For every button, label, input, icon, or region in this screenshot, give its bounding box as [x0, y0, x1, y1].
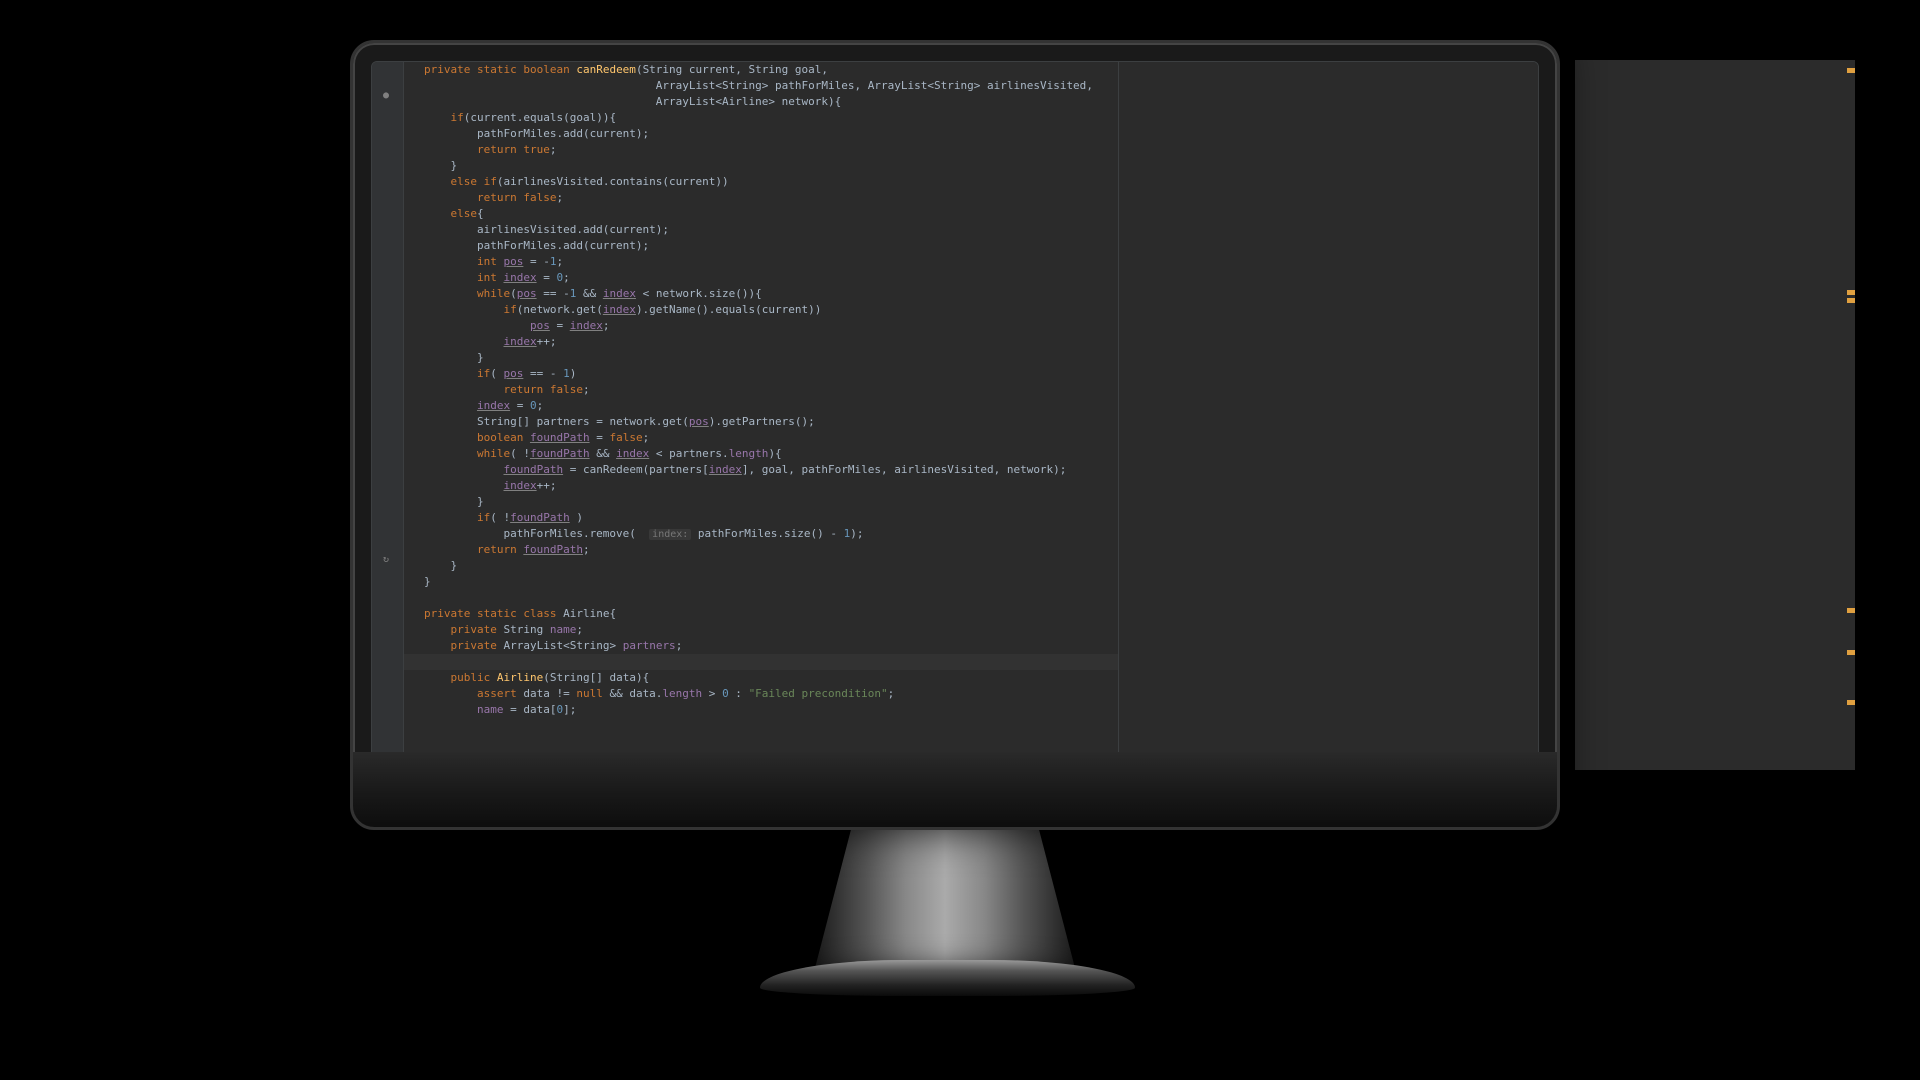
monitor-chin — [353, 752, 1557, 827]
monitor-stand-neck — [815, 828, 1075, 968]
minimap-mark — [1847, 68, 1855, 73]
background-minimap-panel — [1575, 60, 1855, 770]
monitor-stand-base — [760, 960, 1135, 996]
editor-gutter[interactable]: ●↻● — [372, 62, 404, 808]
gutter-icon[interactable]: ● — [380, 90, 392, 102]
minimap-mark — [1847, 650, 1855, 655]
gutter-icon[interactable]: ↻ — [380, 554, 392, 566]
code-editor[interactable]: private static boolean canRedeem(String … — [404, 62, 1538, 808]
editor-window: ●↻● private static boolean canRedeem(Str… — [371, 61, 1539, 809]
editor-split-panel-right[interactable] — [1118, 62, 1538, 808]
minimap-mark — [1847, 298, 1855, 303]
minimap-mark — [1847, 700, 1855, 705]
minimap-mark — [1847, 290, 1855, 295]
minimap-mark — [1847, 608, 1855, 613]
monitor-frame: ●↻● private static boolean canRedeem(Str… — [350, 40, 1560, 830]
